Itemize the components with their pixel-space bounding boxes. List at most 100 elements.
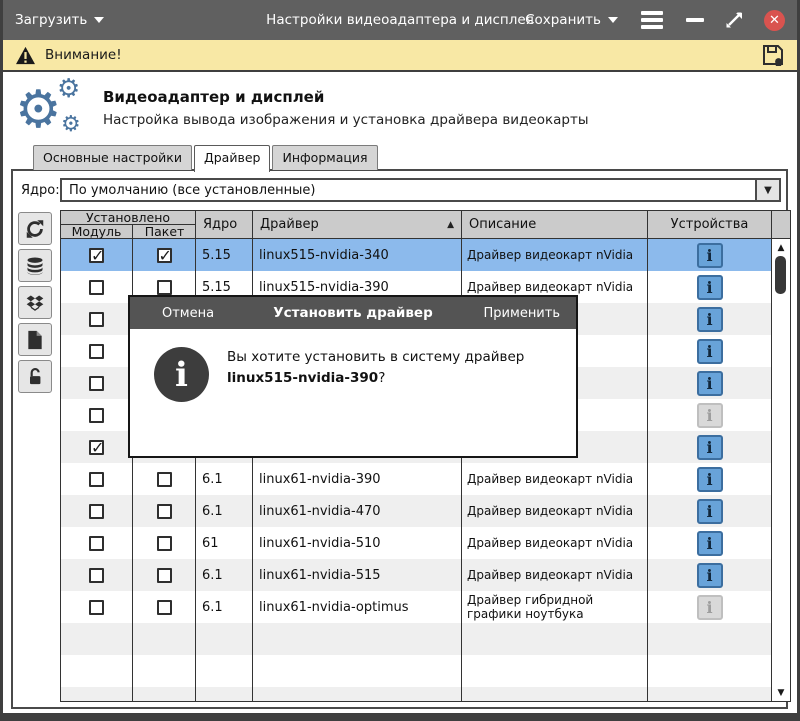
checkbox[interactable] xyxy=(89,438,104,457)
cell-devices: i xyxy=(648,559,771,591)
cell-description: Драйвер видеокарт nVidia xyxy=(462,559,648,591)
cell-kernel: 6.1 xyxy=(196,559,253,591)
cell-devices: i xyxy=(648,495,771,527)
checkbox[interactable] xyxy=(89,471,104,487)
checkbox[interactable] xyxy=(89,535,104,551)
packages-button[interactable] xyxy=(18,286,52,319)
cell-module xyxy=(61,271,133,303)
device-info-button[interactable]: i xyxy=(696,370,723,396)
dialog-header: Установить драйвер Отмена Применить xyxy=(130,297,576,329)
checkbox[interactable] xyxy=(156,567,172,583)
checkbox[interactable] xyxy=(89,311,104,327)
checkbox[interactable] xyxy=(89,343,104,359)
checkbox[interactable] xyxy=(89,503,104,519)
minimize-button[interactable] xyxy=(686,18,704,22)
refresh-button[interactable] xyxy=(18,212,52,245)
maximize-icon[interactable] xyxy=(724,10,744,30)
tab-driver[interactable]: Драйвер xyxy=(193,145,271,172)
checkbox[interactable] xyxy=(156,535,172,551)
kernel-select[interactable]: По умолчанию (все установленные) ▼ xyxy=(60,178,781,202)
cell-description: Драйвер видеокарт nVidia xyxy=(462,239,648,271)
device-info-button[interactable]: i xyxy=(696,338,723,364)
table-header: Установлено Модуль Пакет Ядро Драйвер ▲ … xyxy=(61,211,790,239)
scroll-down-icon[interactable]: ▼ xyxy=(772,685,790,700)
cell-driver: linux61-nvidia-optimus xyxy=(253,591,462,623)
refresh-icon xyxy=(26,219,44,238)
device-info-button[interactable]: i xyxy=(696,562,723,588)
device-info-button[interactable]: i xyxy=(696,466,723,492)
cell-devices: i xyxy=(648,239,771,271)
device-info-button[interactable]: i xyxy=(696,434,723,460)
vertical-scrollbar[interactable]: ▲ ▼ xyxy=(771,239,790,701)
cell-kernel: 5.15 xyxy=(196,239,253,271)
checkbox[interactable] xyxy=(89,599,104,615)
checkbox[interactable] xyxy=(156,471,172,487)
apply-button[interactable]: Применить xyxy=(484,306,560,321)
hamburger-menu-icon[interactable] xyxy=(638,8,666,32)
cell-description: Драйвер гибридной графики ноутбука xyxy=(462,591,648,623)
table-row[interactable]: 5.15linux515-nvidia-340Драйвер видеокарт… xyxy=(61,239,771,271)
cell-description: Драйвер видеокарт nVidia xyxy=(462,495,648,527)
table-row[interactable]: 6.1 linux61-nvidia-470 Драйвер видеокарт n… xyxy=(61,495,771,527)
cell-driver: linux61-nvidia-515 xyxy=(253,559,462,591)
device-info-button[interactable]: i xyxy=(696,498,723,524)
cell-driver: linux61-nvidia-510 xyxy=(253,527,462,559)
cell-devices: i xyxy=(648,303,771,335)
cell-module xyxy=(61,559,133,591)
column-header-devices[interactable]: Устройства xyxy=(648,211,772,238)
table-row[interactable]: 6.1 linux61-nvidia-390 Драйвер видеокарт n… xyxy=(61,463,771,495)
kernel-label: Ядро: xyxy=(21,183,60,198)
column-header-driver[interactable]: Драйвер ▲ xyxy=(253,211,462,238)
cell-devices: i xyxy=(648,591,771,623)
unlock-icon xyxy=(30,367,41,384)
checkbox[interactable] xyxy=(156,279,172,295)
table-row[interactable]: 61 linux61-nvidia-510 Драйвер видеокарт nV… xyxy=(61,527,771,559)
checkbox[interactable] xyxy=(89,407,104,423)
cell-package xyxy=(133,527,196,559)
column-header-module[interactable]: Модуль xyxy=(61,225,133,238)
checkbox[interactable] xyxy=(89,246,104,265)
scrollbar-thumb[interactable] xyxy=(775,256,786,294)
page-title: Видеоадаптер и дисплей xyxy=(103,88,325,106)
load-menu-button[interactable]: Загрузить xyxy=(15,12,105,28)
cell-devices: i xyxy=(648,431,771,463)
scroll-up-icon[interactable]: ▲ xyxy=(772,240,790,255)
device-info-button[interactable]: i xyxy=(696,530,723,556)
side-toolbar xyxy=(18,212,52,393)
device-info-button: i xyxy=(696,402,723,428)
cell-package xyxy=(133,239,196,271)
column-header-kernel[interactable]: Ядро xyxy=(196,211,253,238)
table-row[interactable]: 6.1 linux61-nvidia-515 Драйвер видеокарт n… xyxy=(61,559,771,591)
save-file-icon[interactable] xyxy=(761,43,785,67)
checkbox[interactable] xyxy=(156,599,172,615)
load-menu-label: Загрузить xyxy=(15,12,88,28)
device-info-button[interactable]: i xyxy=(696,306,723,332)
warning-triangle-icon xyxy=(16,46,35,64)
cell-description: Драйвер видеокарт nVidia xyxy=(462,527,648,559)
cell-driver: linux61-nvidia-390 xyxy=(253,463,462,495)
cancel-button[interactable]: Отмена xyxy=(162,306,214,321)
checkbox[interactable] xyxy=(89,567,104,583)
unlock-button[interactable] xyxy=(18,360,52,393)
checkbox[interactable] xyxy=(89,279,104,295)
checkbox[interactable] xyxy=(89,375,104,391)
dialog-message: Вы хотите установить в систему драйвер l… xyxy=(227,349,525,386)
close-button[interactable]: ✕ xyxy=(764,9,785,31)
dialog-driver-name: linux515-nvidia-390 xyxy=(227,370,379,386)
checkbox[interactable] xyxy=(156,503,172,519)
combo-dropdown-icon[interactable]: ▼ xyxy=(755,180,779,200)
tab-information[interactable]: Информация xyxy=(272,145,378,170)
tab-basic-settings[interactable]: Основные настройки xyxy=(33,145,192,170)
device-info-button[interactable]: i xyxy=(696,274,723,300)
file-button[interactable] xyxy=(18,323,52,356)
device-info-button[interactable]: i xyxy=(696,242,723,268)
checkbox[interactable] xyxy=(156,246,172,265)
table-row[interactable]: 6.1 linux61-nvidia-optimus Драйвер гибридн… xyxy=(61,591,771,623)
cell-devices: i xyxy=(648,335,771,367)
database-button[interactable] xyxy=(18,249,52,282)
column-header-description[interactable]: Описание xyxy=(462,211,648,238)
app-header: ⚙ ⚙ ⚙ Видеоадаптер и дисплей Настройка выв… xyxy=(3,72,797,144)
save-menu-button[interactable]: Сохранить xyxy=(525,12,618,28)
column-header-package[interactable]: Пакет xyxy=(133,225,196,238)
column-header-installed[interactable]: Установлено xyxy=(61,211,195,225)
